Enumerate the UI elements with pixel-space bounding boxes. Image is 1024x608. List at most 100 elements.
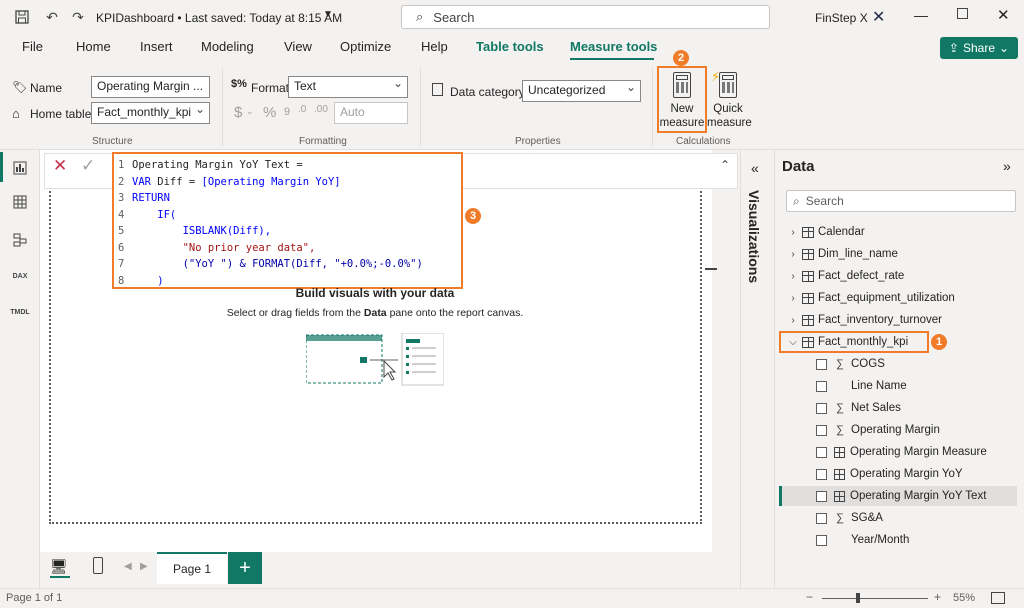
field-item[interactable]: Operating Margin Measure: [779, 442, 1017, 462]
field-checkbox[interactable]: [816, 512, 827, 524]
global-search-placeholder: Search: [433, 9, 475, 25]
field-checkbox[interactable]: [816, 490, 827, 502]
menu-help[interactable]: Help: [421, 39, 448, 54]
field-item[interactable]: ∑ Net Sales: [779, 398, 1017, 418]
zoom-slider[interactable]: [822, 598, 928, 599]
dax-editor[interactable]: 1 Operating Margin YoY Text = 2 VAR Diff =…: [112, 152, 463, 289]
model-view-icon[interactable]: [10, 230, 30, 250]
zoom-slider-thumb[interactable]: [856, 593, 860, 603]
title-dropdown-icon[interactable]: ▼: [323, 9, 333, 20]
field-item[interactable]: Year/Month: [779, 530, 1017, 550]
field-checkbox[interactable]: [816, 424, 827, 436]
currency-icon[interactable]: $: [234, 104, 242, 121]
page-tab[interactable]: Page 1: [157, 552, 227, 584]
field-checkbox[interactable]: [816, 468, 827, 480]
dax-query-view-icon[interactable]: DAX: [10, 266, 30, 286]
field-item[interactable]: Operating Margin YoY: [779, 464, 1017, 484]
maximize-icon[interactable]: [957, 8, 968, 19]
decimal-places-input[interactable]: Auto: [334, 102, 408, 124]
data-category-select[interactable]: Uncategorized: [522, 80, 641, 102]
menu-home[interactable]: Home: [76, 39, 111, 54]
user-name[interactable]: FinStep X: [815, 11, 868, 25]
comma-icon[interactable]: 9: [284, 106, 290, 118]
cancel-formula-icon[interactable]: ✕: [53, 156, 67, 176]
minimize-icon[interactable]: —: [914, 7, 928, 23]
field-item[interactable]: ∑ COGS: [779, 354, 1017, 374]
menu-modeling[interactable]: Modeling: [201, 39, 254, 54]
table-item[interactable]: › Fact_defect_rate: [786, 266, 1016, 286]
format-select[interactable]: Text: [288, 76, 408, 98]
global-search[interactable]: ⌕ Search: [401, 5, 770, 29]
format-label: Format: [251, 81, 290, 95]
decimal-decrease-icon[interactable]: .00: [314, 104, 328, 115]
decimal-increase-icon[interactable]: .0: [298, 104, 306, 115]
quick-measure-button[interactable]: ⚡ Quick measure: [707, 68, 752, 131]
collapse-formula-icon[interactable]: ⌃: [720, 158, 730, 172]
chevron-right-icon[interactable]: ›: [786, 293, 800, 304]
field-item[interactable]: Line Name: [779, 376, 1017, 396]
report-view-icon[interactable]: [10, 158, 30, 178]
field-name: Net Sales: [851, 402, 901, 414]
menu-view[interactable]: View: [284, 39, 312, 54]
page-count: Page 1 of 1: [6, 592, 63, 604]
field-name: Operating Margin: [851, 424, 940, 436]
redo-icon[interactable]: ↷: [70, 9, 86, 25]
search-icon: ⌕: [416, 9, 424, 24]
mobile-layout-icon[interactable]: [93, 557, 103, 574]
formula-resize-handle[interactable]: [705, 268, 717, 270]
chevron-right-icon[interactable]: ›: [786, 271, 800, 282]
properties-group-label: Properties: [515, 136, 561, 147]
field-item[interactable]: ∑ SG&A: [779, 508, 1017, 528]
field-checkbox[interactable]: [816, 402, 827, 414]
expand-visualizations-icon[interactable]: «: [751, 160, 759, 176]
save-icon[interactable]: [14, 9, 30, 25]
menu-insert[interactable]: Insert: [140, 39, 173, 54]
close-icon[interactable]: ✕: [997, 6, 1010, 24]
chevron-right-icon[interactable]: ›: [786, 249, 800, 260]
fit-to-page-icon[interactable]: [991, 592, 1005, 604]
field-item[interactable]: ∑ Operating Margin: [779, 420, 1017, 440]
commit-formula-icon[interactable]: ✓: [81, 156, 95, 176]
measure-name-input[interactable]: Operating Margin ...: [91, 76, 210, 98]
field-checkbox[interactable]: [816, 446, 827, 458]
ribbon-separator: [652, 68, 653, 146]
next-page-icon[interactable]: ▶: [140, 561, 148, 572]
tmdl-view-icon[interactable]: TMDL: [10, 302, 30, 322]
table-view-icon[interactable]: [10, 192, 30, 212]
visualizations-label[interactable]: Visualizations: [746, 190, 762, 283]
home-table-value: Fact_monthly_kpi: [97, 105, 192, 119]
add-page-button[interactable]: +: [228, 552, 262, 584]
chevron-down-icon: ⌄: [999, 41, 1010, 55]
data-search-input[interactable]: ⌕ Search: [786, 190, 1016, 212]
user-logo-icon[interactable]: ✕: [872, 7, 885, 27]
table-item[interactable]: › Calendar: [786, 222, 1016, 242]
table-name: Fact_equipment_utilization: [818, 292, 955, 304]
field-item[interactable]: Operating Margin YoY Text: [779, 486, 1017, 506]
dax-line: 1 Operating Margin YoY Text =: [118, 159, 303, 171]
zoom-in-icon[interactable]: +: [934, 590, 941, 604]
currency-dropdown-icon[interactable]: ⌄: [246, 106, 254, 117]
chevron-right-icon[interactable]: ›: [786, 315, 800, 326]
menu-table-tools[interactable]: Table tools: [476, 39, 544, 54]
percent-icon[interactable]: %: [263, 104, 276, 121]
field-checkbox[interactable]: [816, 358, 827, 370]
share-button[interactable]: ⇪ Share ⌄: [940, 37, 1018, 59]
new-measure-button[interactable]: New measure: [659, 68, 705, 131]
undo-icon[interactable]: ↶: [44, 9, 60, 25]
menu-measure-tools[interactable]: Measure tools: [570, 39, 657, 54]
menu-optimize[interactable]: Optimize: [340, 39, 391, 54]
menu-file[interactable]: File: [22, 39, 43, 54]
table-item[interactable]: › Dim_line_name: [786, 244, 1016, 264]
field-checkbox[interactable]: [816, 380, 827, 392]
chevron-right-icon[interactable]: ›: [786, 227, 800, 238]
search-icon: ⌕: [793, 193, 800, 208]
desktop-layout-icon[interactable]: 🖥: [50, 558, 68, 575]
home-table-select[interactable]: Fact_monthly_kpi: [91, 102, 210, 124]
collapse-data-pane-icon[interactable]: »: [1003, 158, 1011, 174]
table-item[interactable]: › Fact_inventory_turnover: [786, 310, 1016, 330]
zoom-level: 55%: [953, 592, 976, 604]
table-item[interactable]: › Fact_equipment_utilization: [786, 288, 1016, 308]
field-checkbox[interactable]: [816, 534, 827, 546]
zoom-out-icon[interactable]: −: [806, 590, 813, 604]
prev-page-icon[interactable]: ◀: [124, 561, 132, 572]
